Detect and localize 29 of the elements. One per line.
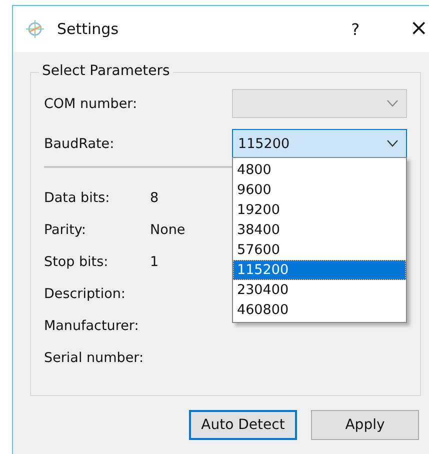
apply-button[interactable]: Apply xyxy=(311,410,419,440)
field-label: Parity: xyxy=(44,222,87,238)
dropdown-option[interactable]: 57600 xyxy=(233,240,406,260)
dropdown-option[interactable]: 38400 xyxy=(233,220,406,240)
dropdown-option[interactable]: 230400 xyxy=(233,280,406,300)
field-value: None xyxy=(150,222,186,238)
field-value: 1 xyxy=(150,254,159,270)
dropdown-option[interactable]: 460800 xyxy=(233,300,406,320)
field-label: Data bits: xyxy=(44,190,111,206)
chevron-down-icon xyxy=(387,100,398,107)
dropdown-option[interactable]: 9600 xyxy=(233,180,406,200)
field-label: COM number: xyxy=(44,96,138,112)
auto-detect-button[interactable]: Auto Detect xyxy=(189,410,297,440)
dropdown-option[interactable]: 115200 xyxy=(233,260,406,280)
window-title: Settings xyxy=(57,20,120,38)
dropdown[interactable]: 115200 xyxy=(232,129,407,158)
dropdown-option[interactable]: 19200 xyxy=(233,200,406,220)
dropdown-value: 115200 xyxy=(238,136,290,152)
chevron-down-icon xyxy=(387,140,398,147)
field-label: Stop bits: xyxy=(44,254,110,270)
help-button[interactable]: ? xyxy=(351,20,360,38)
field-label: BaudRate: xyxy=(44,136,116,152)
field-label: Manufacturer: xyxy=(44,318,140,334)
field-label: Description: xyxy=(44,286,126,302)
crosshair-icon xyxy=(25,19,45,39)
close-button[interactable]: × xyxy=(410,18,428,40)
field-label: Serial number: xyxy=(44,350,144,366)
field-value: 8 xyxy=(150,190,159,206)
dropdown-option[interactable]: 4800 xyxy=(233,160,406,180)
